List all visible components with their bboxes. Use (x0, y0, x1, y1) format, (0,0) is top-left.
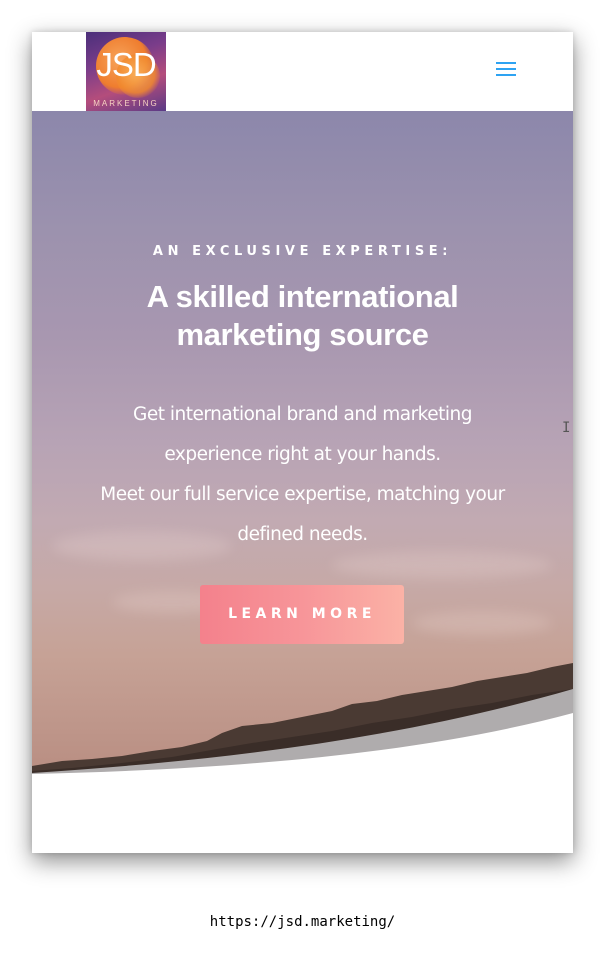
learn-more-button[interactable]: LEARN MORE (200, 585, 404, 644)
logo-subtext: MARKETING (93, 99, 159, 108)
hero-body-line: Get international brand and marketing (133, 404, 472, 425)
hero-headline: A skilled international marketing source (146, 279, 459, 352)
hero-eyebrow: AN EXCLUSIVE EXPERTISE: (152, 244, 453, 259)
hero-body-text: Get international brand and marketing ex… (72, 395, 533, 555)
menu-bar (496, 74, 516, 76)
hero-body-line: defined needs. (237, 524, 368, 545)
hero-body-line: Meet our full service expertise, matchin… (100, 484, 505, 505)
hero-section: AN EXCLUSIVE EXPERTISE: A skilled intern… (32, 111, 573, 774)
hero-body-line: experience right at your hands. (164, 444, 441, 465)
browser-viewport: JSD MARKETING AN EXCLUSIVE EXPERTISE: A … (32, 32, 573, 853)
menu-bar (496, 62, 516, 64)
page-url-caption: https://jsd.marketing/ (209, 914, 396, 930)
site-header: JSD MARKETING (32, 32, 573, 111)
hamburger-menu-icon[interactable] (494, 60, 518, 80)
jsd-logo[interactable]: JSD MARKETING (86, 32, 166, 111)
logo-wordmark: JSD (96, 46, 156, 83)
menu-bar (496, 68, 516, 70)
